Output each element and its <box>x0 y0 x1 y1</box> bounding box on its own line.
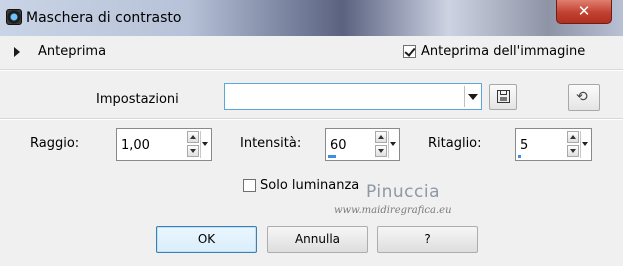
increment-arrow-icon[interactable] <box>567 131 579 143</box>
dialog-window: Maschera di contrasto ✕ Anteprima Antepr… <box>0 0 623 266</box>
watermark-name: Pinuccia <box>366 182 440 202</box>
radius-spin-buttons <box>187 131 199 158</box>
settings-label: Impostazioni <box>96 92 179 107</box>
slider-dropdown-icon[interactable] <box>580 131 590 158</box>
clip-label: Ritaglio: <box>428 136 482 151</box>
help-button[interactable]: ? <box>377 226 478 253</box>
luminance-only-label[interactable]: Solo luminanza <box>260 178 359 193</box>
save-preset-button[interactable] <box>489 84 517 110</box>
intensity-spin-buttons <box>375 131 387 158</box>
intensity-spinbox[interactable]: 60 <box>325 128 400 161</box>
clip-level-bar <box>518 155 521 158</box>
clip-value[interactable]: 5 <box>520 138 528 153</box>
luminance-only-checkbox[interactable] <box>243 179 256 192</box>
close-icon: ✕ <box>577 2 591 20</box>
intensity-value[interactable]: 60 <box>330 138 347 153</box>
radius-label: Raggio: <box>30 136 80 151</box>
separator <box>0 69 623 71</box>
intensity-label: Intensità: <box>240 136 302 151</box>
radius-value[interactable]: 1,00 <box>121 138 150 153</box>
title-bar[interactable]: Maschera di contrasto ✕ <box>0 0 623 36</box>
watermark-url: www.maidiregrafica.eu <box>334 205 452 216</box>
radius-spinbox[interactable]: 1,00 <box>116 128 212 161</box>
reset-preset-button[interactable]: ⟲ <box>568 84 600 111</box>
slider-dropdown-icon[interactable] <box>200 131 210 158</box>
image-preview-checkbox[interactable] <box>403 45 416 58</box>
increment-arrow-icon[interactable] <box>187 131 199 143</box>
close-button[interactable]: ✕ <box>556 0 612 24</box>
floppy-disk-icon <box>497 90 510 103</box>
settings-dropdown[interactable] <box>224 83 482 110</box>
intensity-level-bar <box>328 155 336 158</box>
app-icon <box>6 9 22 25</box>
expand-triangle-icon[interactable] <box>14 47 20 57</box>
window-title: Maschera di contrasto <box>26 10 182 26</box>
preview-label[interactable]: Anteprima <box>38 44 106 59</box>
decrement-arrow-icon[interactable] <box>567 145 579 157</box>
clip-spin-buttons <box>567 131 579 158</box>
slider-dropdown-icon[interactable] <box>388 131 398 158</box>
reset-icon: ⟲ <box>576 89 588 105</box>
cancel-button[interactable]: Annulla <box>267 226 368 253</box>
clip-spinbox[interactable]: 5 <box>515 128 592 161</box>
decrement-arrow-icon[interactable] <box>187 145 199 157</box>
increment-arrow-icon[interactable] <box>375 131 387 143</box>
decrement-arrow-icon[interactable] <box>375 145 387 157</box>
separator <box>0 118 623 120</box>
image-preview-label[interactable]: Anteprima dell'immagine <box>421 44 585 59</box>
preview-section: Anteprima Anteprima dell'immagine <box>0 39 623 67</box>
ok-button[interactable]: OK <box>156 226 257 253</box>
chevron-down-icon[interactable] <box>464 86 480 107</box>
